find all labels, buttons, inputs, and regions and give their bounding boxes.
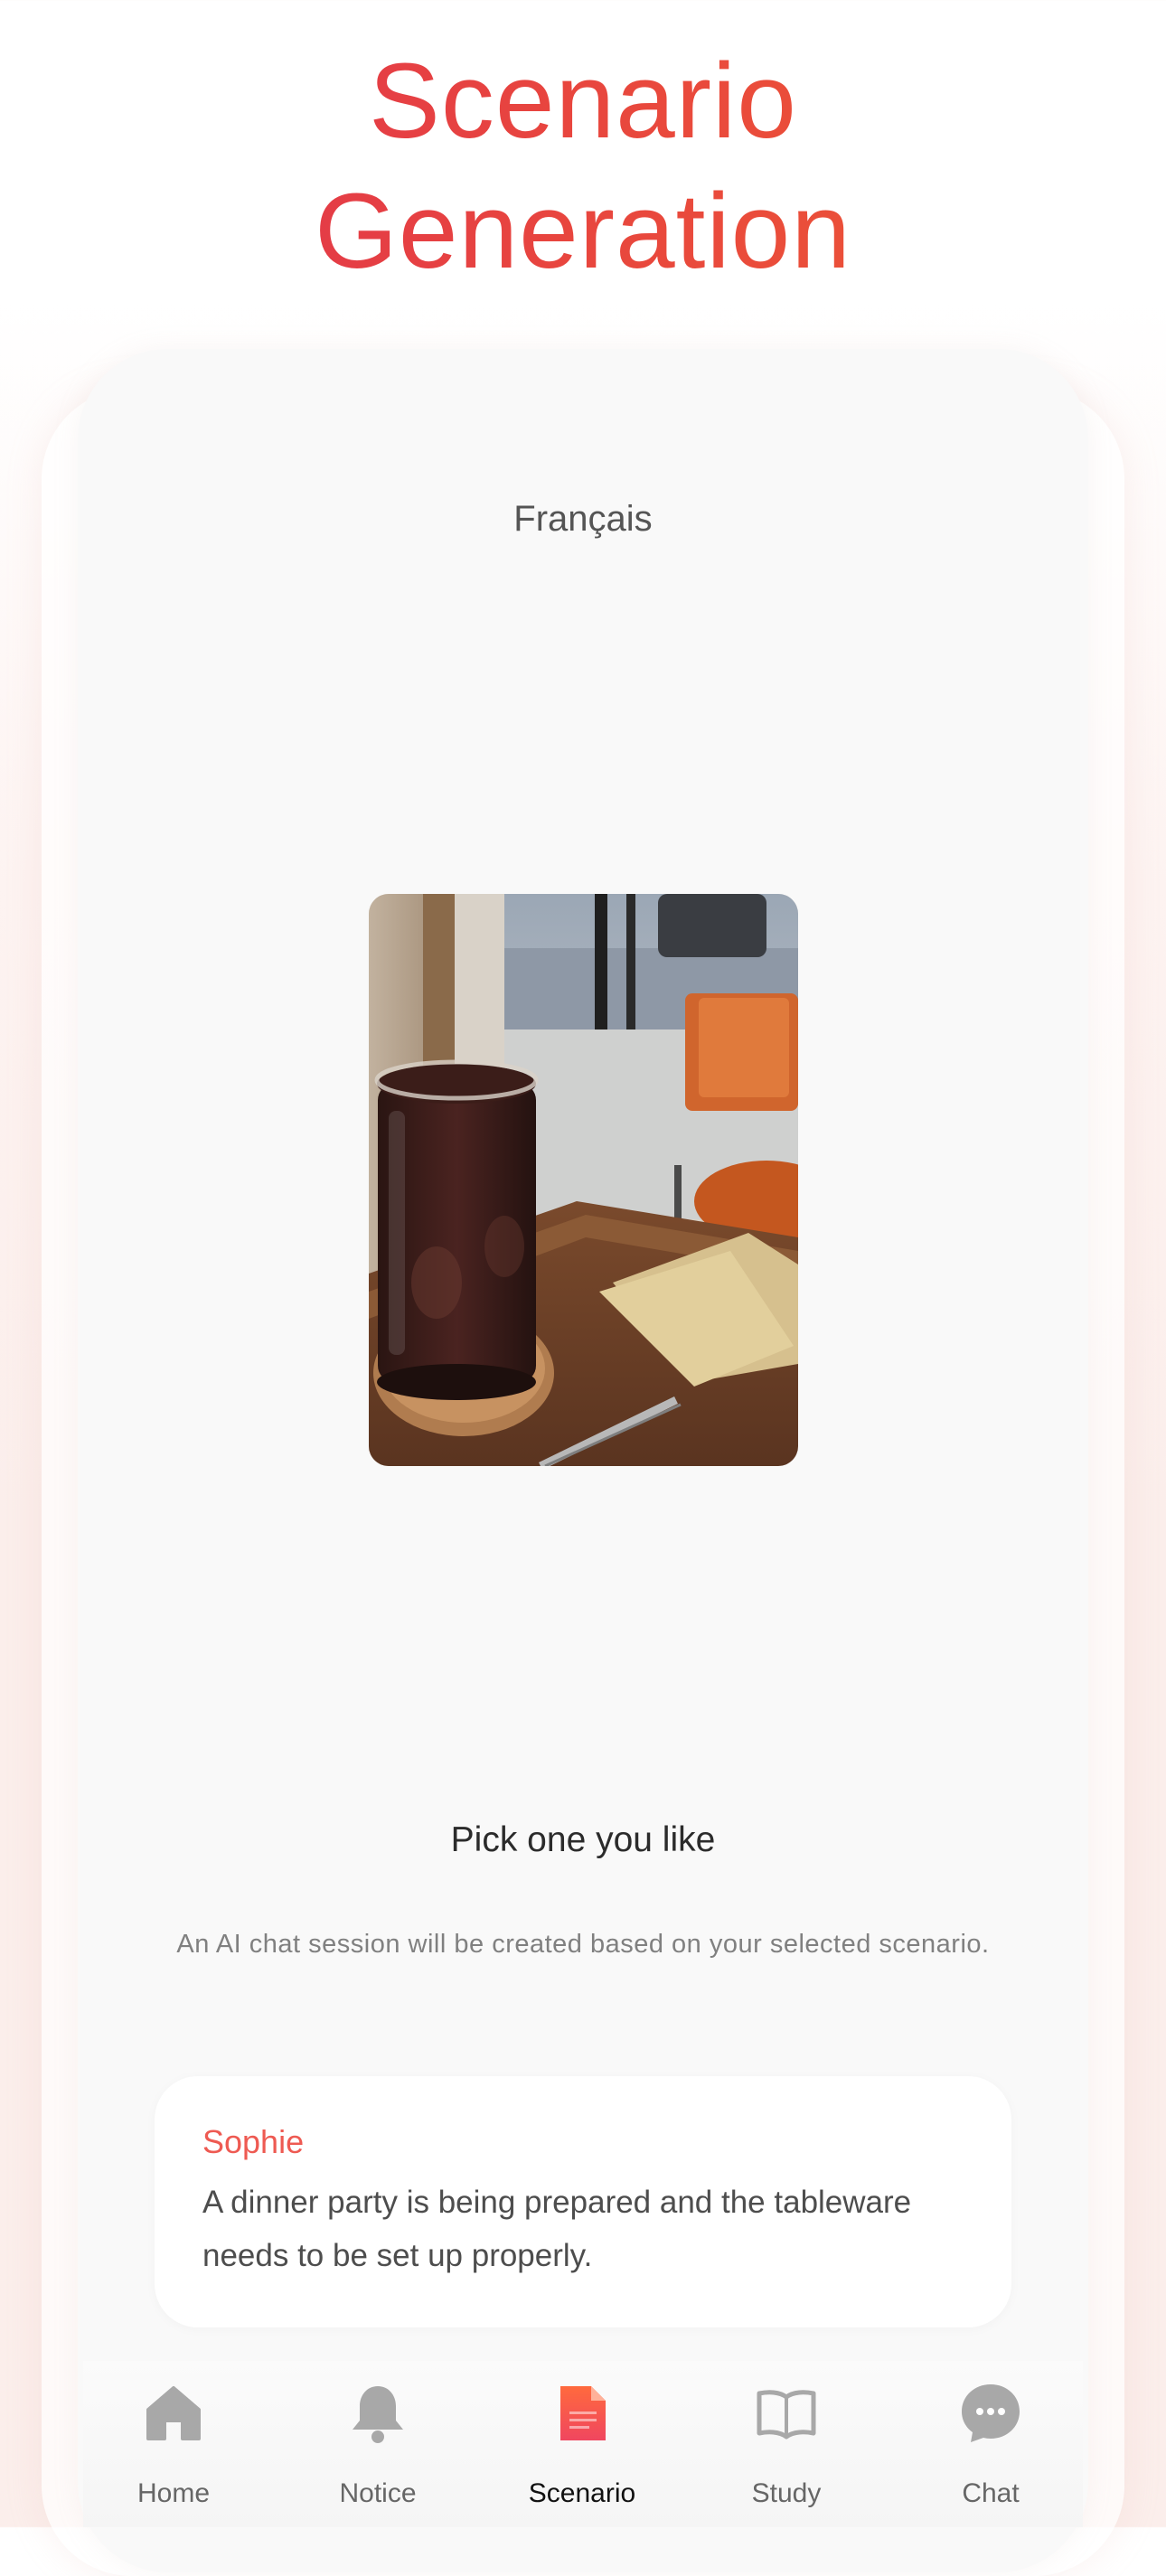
home-icon: [146, 2386, 201, 2440]
tab-notice-label: Notice: [339, 2478, 417, 2508]
tab-scenario-label: Scenario: [528, 2478, 636, 2508]
tab-chat[interactable]: Chat: [900, 2361, 1081, 2527]
uploaded-photo[interactable]: [369, 894, 798, 1466]
chat-bubble-icon: [962, 2384, 1020, 2442]
tab-home-label: Home: [136, 2478, 211, 2508]
pick-title: Pick one you like: [450, 1820, 716, 1859]
page-title-line1: Scenario: [0, 36, 1166, 166]
tab-scenario[interactable]: Scenario: [492, 2361, 672, 2527]
page-title: Scenario Generation: [0, 36, 1166, 296]
tab-study[interactable]: Study: [696, 2361, 877, 2527]
tab-study-label: Study: [751, 2478, 822, 2508]
tab-chat-label: Chat: [962, 2478, 1020, 2508]
scenario-option-card[interactable]: Sophie A dinner party is being prepared …: [155, 2076, 1011, 2327]
tab-home[interactable]: Home: [83, 2361, 264, 2527]
scenario-description: A dinner party is being prepared and the…: [202, 2185, 912, 2273]
bell-icon: [353, 2386, 403, 2443]
book-icon: [757, 2390, 816, 2440]
scenario-character-name: Sophie: [202, 2123, 305, 2160]
page-title-line2: Generation: [0, 166, 1166, 296]
coffee-photo-illustration: [369, 894, 798, 1466]
tab-notice[interactable]: Notice: [287, 2361, 468, 2527]
language-label[interactable]: Français: [0, 499, 1166, 540]
bottom-tab-bar: Home Notice Scenario Study Chat: [83, 2361, 1083, 2527]
pick-subtitle: An AI chat session will be created based…: [176, 1930, 990, 1959]
document-icon: [560, 2386, 606, 2440]
